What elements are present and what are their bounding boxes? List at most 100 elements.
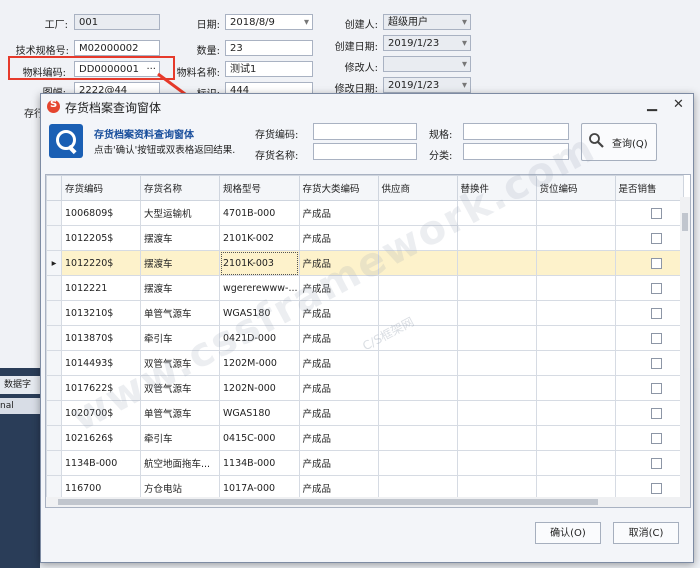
table-cell[interactable]: 0415C-000 bbox=[219, 425, 300, 451]
modifier-field[interactable] bbox=[383, 56, 471, 72]
is-sale-checkbox[interactable] bbox=[650, 257, 662, 269]
table-cell[interactable] bbox=[456, 450, 537, 476]
table-row[interactable]: 1013210$ 单管气源车 WGAS180 产成品 bbox=[46, 300, 684, 326]
table-cell[interactable] bbox=[377, 350, 458, 376]
table-cell[interactable] bbox=[456, 350, 537, 376]
is-sale-cell[interactable] bbox=[614, 300, 684, 326]
table-cell[interactable]: 摆渡车 bbox=[140, 250, 220, 276]
column-header[interactable]: 存货编码 bbox=[61, 175, 141, 201]
column-header[interactable]: 是否销售 bbox=[614, 175, 684, 201]
table-cell[interactable] bbox=[535, 450, 616, 476]
row-indicator[interactable] bbox=[46, 275, 62, 301]
column-header[interactable]: 存货大类编码 bbox=[298, 175, 379, 201]
is-sale-checkbox[interactable] bbox=[650, 332, 662, 344]
table-cell[interactable] bbox=[456, 275, 537, 301]
created-date-field[interactable]: 2019/1/23 bbox=[383, 35, 471, 51]
inv-code-input[interactable] bbox=[313, 123, 417, 140]
qty-field[interactable]: 23 bbox=[225, 40, 313, 56]
minimize-button[interactable]: ▁ bbox=[647, 97, 657, 112]
table-cell[interactable]: 1134B-000 bbox=[219, 450, 300, 476]
is-sale-cell[interactable] bbox=[614, 200, 684, 226]
dialog-titlebar[interactable]: 存货档案查询窗体 ▁ ✕ bbox=[41, 94, 693, 120]
table-cell[interactable]: 1013870$ bbox=[61, 325, 141, 351]
table-cell[interactable]: 1013210$ bbox=[61, 300, 141, 326]
table-cell[interactable] bbox=[456, 325, 537, 351]
is-sale-checkbox[interactable] bbox=[650, 482, 662, 494]
is-sale-checkbox[interactable] bbox=[650, 457, 662, 469]
table-cell[interactable]: 产成品 bbox=[298, 425, 379, 451]
table-cell[interactable]: 产成品 bbox=[298, 350, 379, 376]
creator-field[interactable]: 超级用户 bbox=[383, 14, 471, 30]
is-sale-checkbox[interactable] bbox=[650, 407, 662, 419]
table-cell[interactable]: 产成品 bbox=[298, 375, 379, 401]
is-sale-cell[interactable] bbox=[614, 325, 684, 351]
is-sale-checkbox[interactable] bbox=[650, 282, 662, 294]
data-dictionary-tab[interactable]: 数据字 bbox=[0, 376, 40, 394]
table-cell[interactable] bbox=[456, 425, 537, 451]
table-cell[interactable] bbox=[377, 450, 458, 476]
table-cell[interactable] bbox=[456, 250, 537, 276]
table-cell[interactable]: 摆渡车 bbox=[140, 275, 220, 301]
table-cell[interactable]: 1012205$ bbox=[61, 225, 141, 251]
row-indicator[interactable] bbox=[46, 300, 62, 326]
is-sale-checkbox[interactable] bbox=[650, 382, 662, 394]
table-cell[interactable] bbox=[535, 225, 616, 251]
is-sale-cell[interactable] bbox=[614, 425, 684, 451]
row-indicator[interactable] bbox=[46, 325, 62, 351]
is-sale-checkbox[interactable] bbox=[650, 432, 662, 444]
table-cell[interactable]: 单管气源车 bbox=[140, 300, 220, 326]
table-cell[interactable]: 摆渡车 bbox=[140, 225, 220, 251]
is-sale-cell[interactable] bbox=[614, 450, 684, 476]
table-cell[interactable]: 1006809$ bbox=[61, 200, 141, 226]
row-indicator[interactable] bbox=[46, 225, 62, 251]
row-indicator[interactable] bbox=[46, 450, 62, 476]
row-indicator[interactable] bbox=[46, 350, 62, 376]
table-cell[interactable] bbox=[535, 200, 616, 226]
table-cell[interactable]: 1202N-000 bbox=[219, 375, 300, 401]
table-cell[interactable]: 1012220$ bbox=[61, 250, 141, 276]
is-sale-checkbox[interactable] bbox=[650, 207, 662, 219]
is-sale-cell[interactable] bbox=[614, 350, 684, 376]
spec-filter-input[interactable] bbox=[463, 123, 569, 140]
is-sale-cell[interactable] bbox=[614, 375, 684, 401]
date-field[interactable]: 2018/8/9 bbox=[225, 14, 313, 30]
table-cell[interactable]: 牵引车 bbox=[140, 425, 220, 451]
row-indicator[interactable] bbox=[46, 400, 62, 426]
table-cell[interactable]: 2101K-002 bbox=[219, 225, 300, 251]
table-cell[interactable] bbox=[535, 275, 616, 301]
row-indicator[interactable] bbox=[46, 425, 62, 451]
table-cell[interactable]: 1012221 bbox=[61, 275, 141, 301]
table-row[interactable]: 1021626$ 牵引车 0415C-000 产成品 bbox=[46, 425, 684, 451]
modified-date-field[interactable]: 2019/1/23 bbox=[383, 77, 471, 93]
table-cell[interactable]: 产成品 bbox=[298, 450, 379, 476]
table-cell[interactable] bbox=[377, 425, 458, 451]
table-cell[interactable] bbox=[535, 325, 616, 351]
table-cell[interactable] bbox=[535, 250, 616, 276]
table-cell[interactable] bbox=[377, 275, 458, 301]
cancel-button[interactable]: 取消(C) bbox=[613, 522, 679, 544]
table-cell[interactable]: 产成品 bbox=[298, 400, 379, 426]
table-cell[interactable] bbox=[535, 375, 616, 401]
close-button[interactable]: ✕ bbox=[673, 97, 684, 112]
vertical-scrollbar[interactable] bbox=[680, 197, 690, 507]
table-cell[interactable]: 大型运输机 bbox=[140, 200, 220, 226]
table-cell[interactable]: 2101K-003 bbox=[219, 250, 300, 276]
is-sale-checkbox[interactable] bbox=[650, 232, 662, 244]
table-cell[interactable] bbox=[456, 300, 537, 326]
table-cell[interactable]: 产成品 bbox=[298, 200, 379, 226]
table-cell[interactable]: WGAS180 bbox=[219, 400, 300, 426]
table-cell[interactable] bbox=[456, 375, 537, 401]
is-sale-cell[interactable] bbox=[614, 250, 684, 276]
column-header[interactable]: 存货名称 bbox=[140, 175, 220, 201]
column-header[interactable]: 规格型号 bbox=[219, 175, 300, 201]
inv-name-input[interactable] bbox=[313, 143, 417, 160]
is-sale-checkbox[interactable] bbox=[650, 307, 662, 319]
row-indicator[interactable]: ▸ bbox=[46, 250, 62, 276]
table-cell[interactable] bbox=[535, 350, 616, 376]
secondary-tab[interactable]: nal bbox=[0, 398, 40, 414]
is-sale-checkbox[interactable] bbox=[651, 508, 662, 509]
is-sale-cell[interactable] bbox=[614, 225, 684, 251]
table-cell[interactable] bbox=[535, 300, 616, 326]
is-sale-cell[interactable] bbox=[614, 400, 684, 426]
factory-field[interactable]: 001 bbox=[74, 14, 160, 30]
